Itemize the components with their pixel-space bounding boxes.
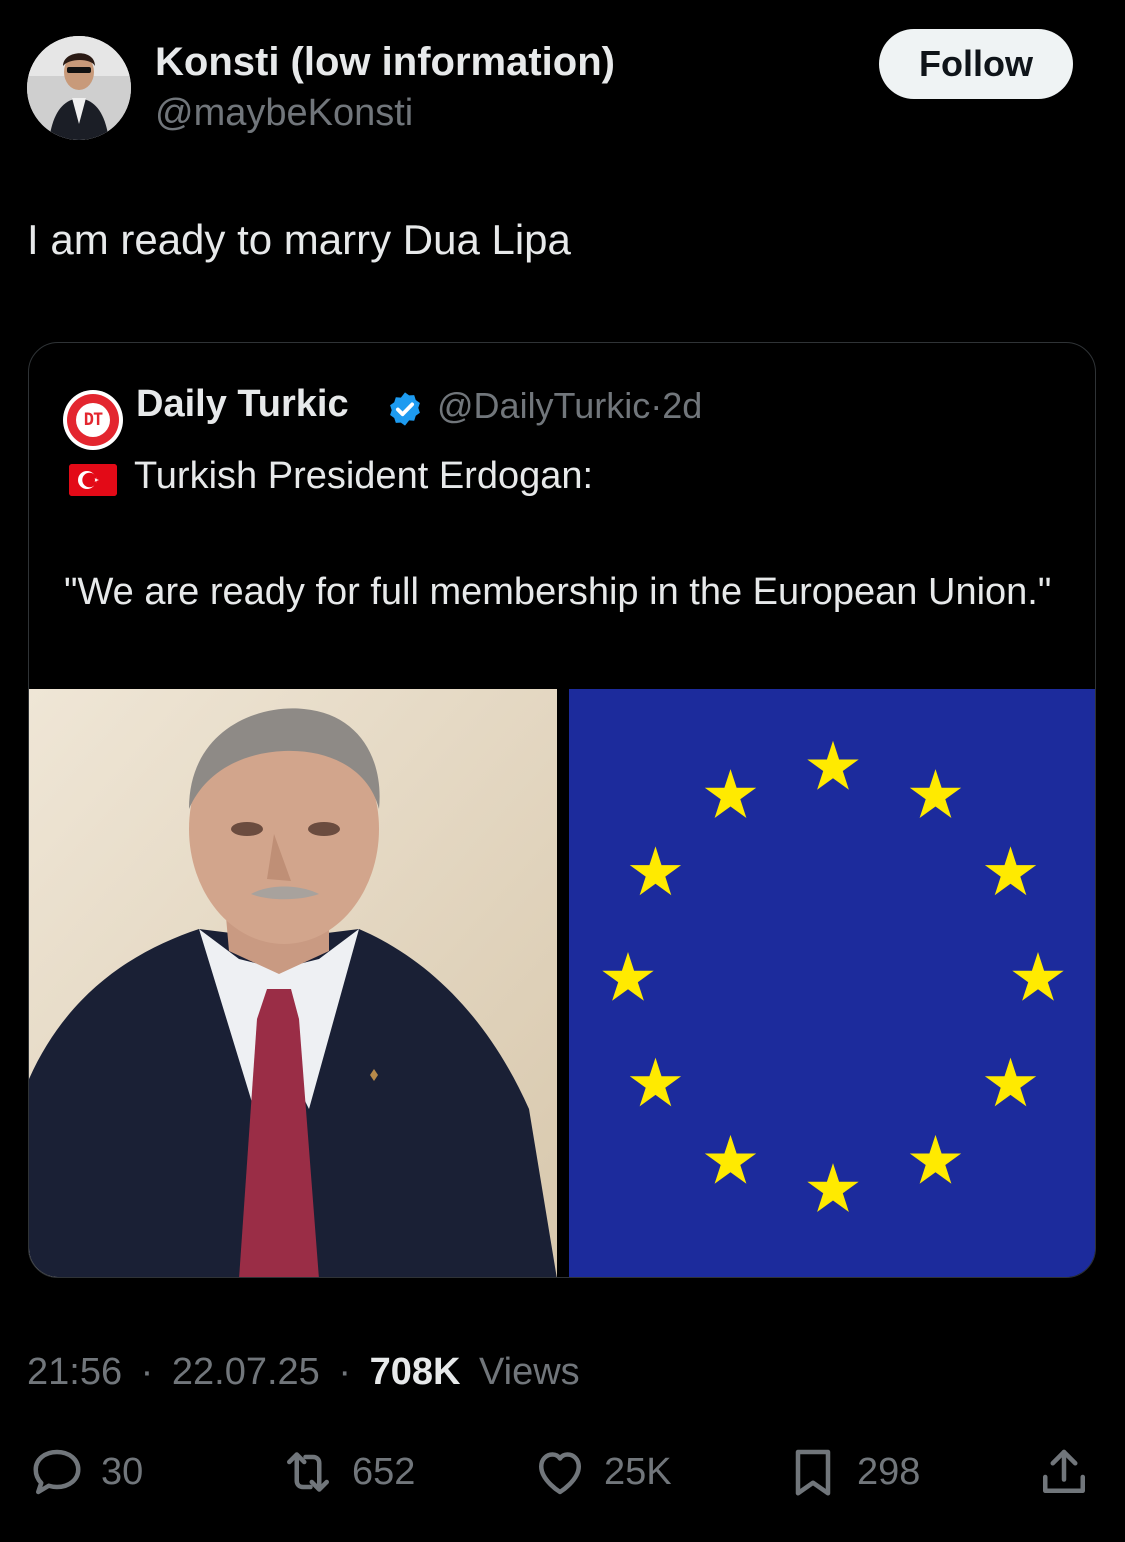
like-count: 25K: [604, 1450, 672, 1493]
views-count: 708K: [369, 1351, 461, 1393]
logo-text: DT: [76, 403, 110, 437]
quoted-handle[interactable]: @DailyTurkic: [437, 385, 650, 426]
reply-count: 30: [101, 1450, 144, 1493]
meta-sep-2: ·: [338, 1351, 352, 1393]
daily-turkic-logo[interactable]: DT: [63, 390, 123, 450]
views-label: Views: [478, 1351, 580, 1393]
quoted-media[interactable]: [29, 689, 1095, 1277]
author-handle[interactable]: @maybeKonsti: [155, 92, 413, 135]
author-display-name[interactable]: Konsti (low information): [155, 40, 615, 85]
reply-button[interactable]: 30: [27, 1440, 143, 1504]
quoted-display-name[interactable]: Daily Turkic: [136, 383, 349, 426]
upload-share-icon: [1043, 1449, 1085, 1493]
eu-flag-image[interactable]: [569, 689, 1095, 1277]
tweet-date[interactable]: 22.07.25: [172, 1351, 320, 1393]
share-button[interactable]: [1034, 1440, 1094, 1504]
quoted-time[interactable]: 2d: [662, 385, 702, 426]
author-avatar[interactable]: [27, 36, 131, 140]
repost-button[interactable]: 652: [278, 1440, 415, 1504]
bookmark-icon: [795, 1449, 831, 1496]
quoted-separator: ·: [650, 385, 663, 426]
verified-badge-icon: [390, 392, 420, 426]
avatar-image: [27, 36, 131, 140]
erdogan-photo[interactable]: [29, 689, 557, 1277]
bookmark-button[interactable]: 298: [783, 1440, 920, 1504]
tweet-text: I am ready to marry Dua Lipa: [27, 216, 571, 263]
meta-sep-1: ·: [140, 1351, 154, 1393]
turkey-flag-icon: [69, 464, 117, 496]
repost-arrows-icon: [287, 1452, 329, 1492]
speech-bubble-icon: [33, 1449, 81, 1495]
heart-icon: [539, 1452, 581, 1495]
media-divider: [557, 689, 569, 1277]
quoted-tweet-card[interactable]: DT Daily Turkic @DailyTurkic·2d Turkish …: [28, 342, 1096, 1278]
repost-count: 652: [352, 1450, 416, 1493]
like-button[interactable]: 25K: [530, 1440, 672, 1504]
quoted-text-line: Turkish President Erdogan:: [134, 455, 594, 497]
quoted-handle-time[interactable]: @DailyTurkic·2d: [437, 385, 702, 427]
follow-button[interactable]: Follow: [879, 29, 1073, 99]
bookmark-count: 298: [857, 1450, 921, 1493]
quoted-text-quote: "We are ready for full membership in the…: [64, 571, 1052, 613]
tweet-time[interactable]: 21:56: [27, 1351, 122, 1393]
tweet-meta: 21:56 · 22.07.25 · 708K Views: [27, 1351, 580, 1394]
